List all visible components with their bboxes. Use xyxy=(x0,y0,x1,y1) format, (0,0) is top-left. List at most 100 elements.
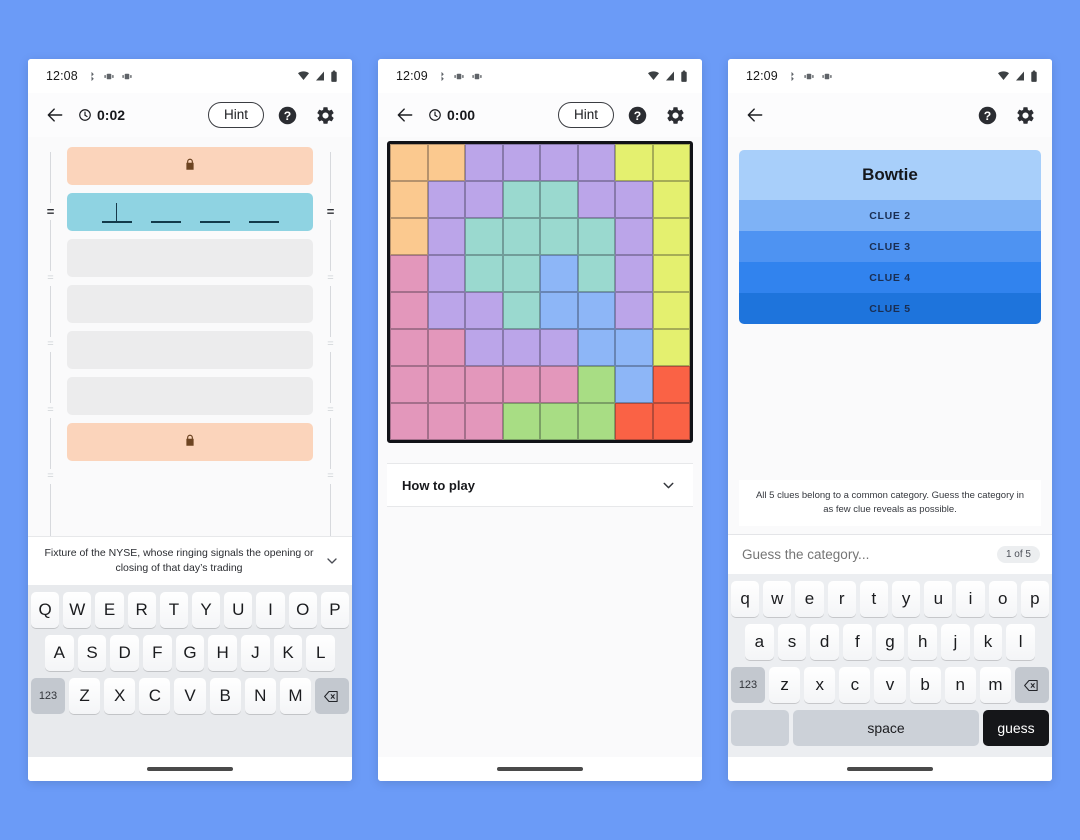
grid-cell[interactable] xyxy=(465,403,503,440)
key-h[interactable]: H xyxy=(208,635,238,671)
grid-cell[interactable] xyxy=(502,144,540,181)
grid-cell[interactable] xyxy=(577,218,615,255)
grid-cell[interactable] xyxy=(502,403,540,440)
key-y[interactable]: Y xyxy=(192,592,221,628)
grid-cell[interactable] xyxy=(390,181,428,218)
key-i[interactable]: I xyxy=(256,592,285,628)
key-e[interactable]: E xyxy=(95,592,124,628)
key-e[interactable]: e xyxy=(795,581,824,617)
grid-cell[interactable] xyxy=(577,366,615,403)
grid-cell[interactable] xyxy=(465,144,503,181)
grid-cell[interactable] xyxy=(390,255,428,292)
grid-cell[interactable] xyxy=(502,255,540,292)
key-p[interactable]: p xyxy=(1020,581,1050,617)
grid-cell[interactable] xyxy=(427,144,465,181)
grid-cell[interactable] xyxy=(427,292,465,329)
home-indicator[interactable] xyxy=(497,767,583,771)
backspace-icon[interactable] xyxy=(314,678,349,714)
key-f[interactable]: f xyxy=(843,624,872,660)
key-l[interactable]: L xyxy=(306,635,336,671)
grid-cell[interactable] xyxy=(652,292,690,329)
clue-hidden-2[interactable]: CLUE 2 xyxy=(739,200,1041,231)
key-b[interactable]: b xyxy=(909,667,941,703)
key-u[interactable]: u xyxy=(924,581,953,617)
grid-cell[interactable] xyxy=(615,255,653,292)
grid-cell[interactable] xyxy=(615,292,653,329)
grid-cell[interactable] xyxy=(502,292,540,329)
grid-cell[interactable] xyxy=(465,329,503,366)
key-emoji-placeholder[interactable] xyxy=(731,710,789,746)
key-k[interactable]: k xyxy=(973,624,1003,660)
grid-cell[interactable] xyxy=(390,403,428,440)
blank-slot[interactable] xyxy=(248,221,279,223)
clue-bar[interactable]: Fixture of the NYSE, whose ringing signa… xyxy=(28,535,352,585)
key-j[interactable]: j xyxy=(941,624,970,660)
grid-cell[interactable] xyxy=(577,403,615,440)
key-n[interactable]: n xyxy=(944,667,976,703)
key-c[interactable]: C xyxy=(139,678,171,714)
key-t[interactable]: T xyxy=(159,592,188,628)
key-numeric-switch[interactable]: 123 xyxy=(31,678,65,714)
key-l[interactable]: l xyxy=(1006,624,1036,660)
grid-cell[interactable] xyxy=(390,366,428,403)
ladder-row-empty[interactable] xyxy=(67,285,313,323)
key-m[interactable]: M xyxy=(279,678,311,714)
key-r[interactable]: R xyxy=(127,592,156,628)
back-arrow-icon[interactable] xyxy=(742,102,768,128)
grid-cell[interactable] xyxy=(540,403,578,440)
ladder-row-empty[interactable] xyxy=(67,331,313,369)
back-arrow-icon[interactable] xyxy=(392,102,418,128)
key-x[interactable]: X xyxy=(104,678,136,714)
grid-cell[interactable] xyxy=(427,329,465,366)
chevron-down-icon[interactable] xyxy=(658,475,678,495)
key-w[interactable]: W xyxy=(63,592,92,628)
key-x[interactable]: x xyxy=(804,667,836,703)
ladder-row-empty[interactable] xyxy=(67,377,313,415)
hint-button[interactable]: Hint xyxy=(207,101,264,129)
grid-cell[interactable] xyxy=(465,181,503,218)
grid-cell[interactable] xyxy=(540,181,578,218)
grid-cell[interactable] xyxy=(390,144,428,181)
key-b[interactable]: B xyxy=(209,678,241,714)
grid-cell[interactable] xyxy=(390,329,428,366)
grid-cell[interactable] xyxy=(540,218,578,255)
grid-cell[interactable] xyxy=(427,181,465,218)
grid-cell[interactable] xyxy=(502,181,540,218)
ladder-row-empty[interactable] xyxy=(67,239,313,277)
grid-cell[interactable] xyxy=(540,144,578,181)
grid-cell[interactable] xyxy=(652,144,690,181)
color-grid[interactable] xyxy=(387,141,693,443)
key-m[interactable]: m xyxy=(979,667,1011,703)
key-f[interactable]: F xyxy=(143,635,172,671)
clue-revealed[interactable]: Bowtie xyxy=(739,150,1041,200)
grid-cell[interactable] xyxy=(427,403,465,440)
clue-hidden-4[interactable]: CLUE 4 xyxy=(739,262,1041,293)
guess-input[interactable] xyxy=(742,547,997,562)
grid-cell[interactable] xyxy=(465,218,503,255)
key-k[interactable]: K xyxy=(273,635,303,671)
grid-cell[interactable] xyxy=(652,218,690,255)
key-space[interactable]: space xyxy=(793,710,979,746)
key-y[interactable]: y xyxy=(892,581,921,617)
grid-cell[interactable] xyxy=(540,366,578,403)
key-i[interactable]: i xyxy=(956,581,985,617)
back-arrow-icon[interactable] xyxy=(42,102,68,128)
grid-cell[interactable] xyxy=(465,366,503,403)
grid-cell[interactable] xyxy=(577,255,615,292)
clue-hidden-3[interactable]: CLUE 3 xyxy=(739,231,1041,262)
grid-cell[interactable] xyxy=(502,218,540,255)
key-p[interactable]: P xyxy=(320,592,350,628)
key-s[interactable]: S xyxy=(77,635,107,671)
key-w[interactable]: w xyxy=(763,581,792,617)
chevron-down-icon[interactable] xyxy=(322,551,342,571)
grid-cell[interactable] xyxy=(615,366,653,403)
grid-cell[interactable] xyxy=(390,218,428,255)
grid-cell[interactable] xyxy=(577,144,615,181)
key-v[interactable]: V xyxy=(174,678,206,714)
key-a[interactable]: A xyxy=(44,635,74,671)
key-g[interactable]: G xyxy=(175,635,205,671)
key-z[interactable]: Z xyxy=(69,678,101,714)
grid-cell[interactable] xyxy=(577,329,615,366)
how-to-play-section[interactable]: How to play xyxy=(387,463,693,507)
grid-cell[interactable] xyxy=(615,181,653,218)
